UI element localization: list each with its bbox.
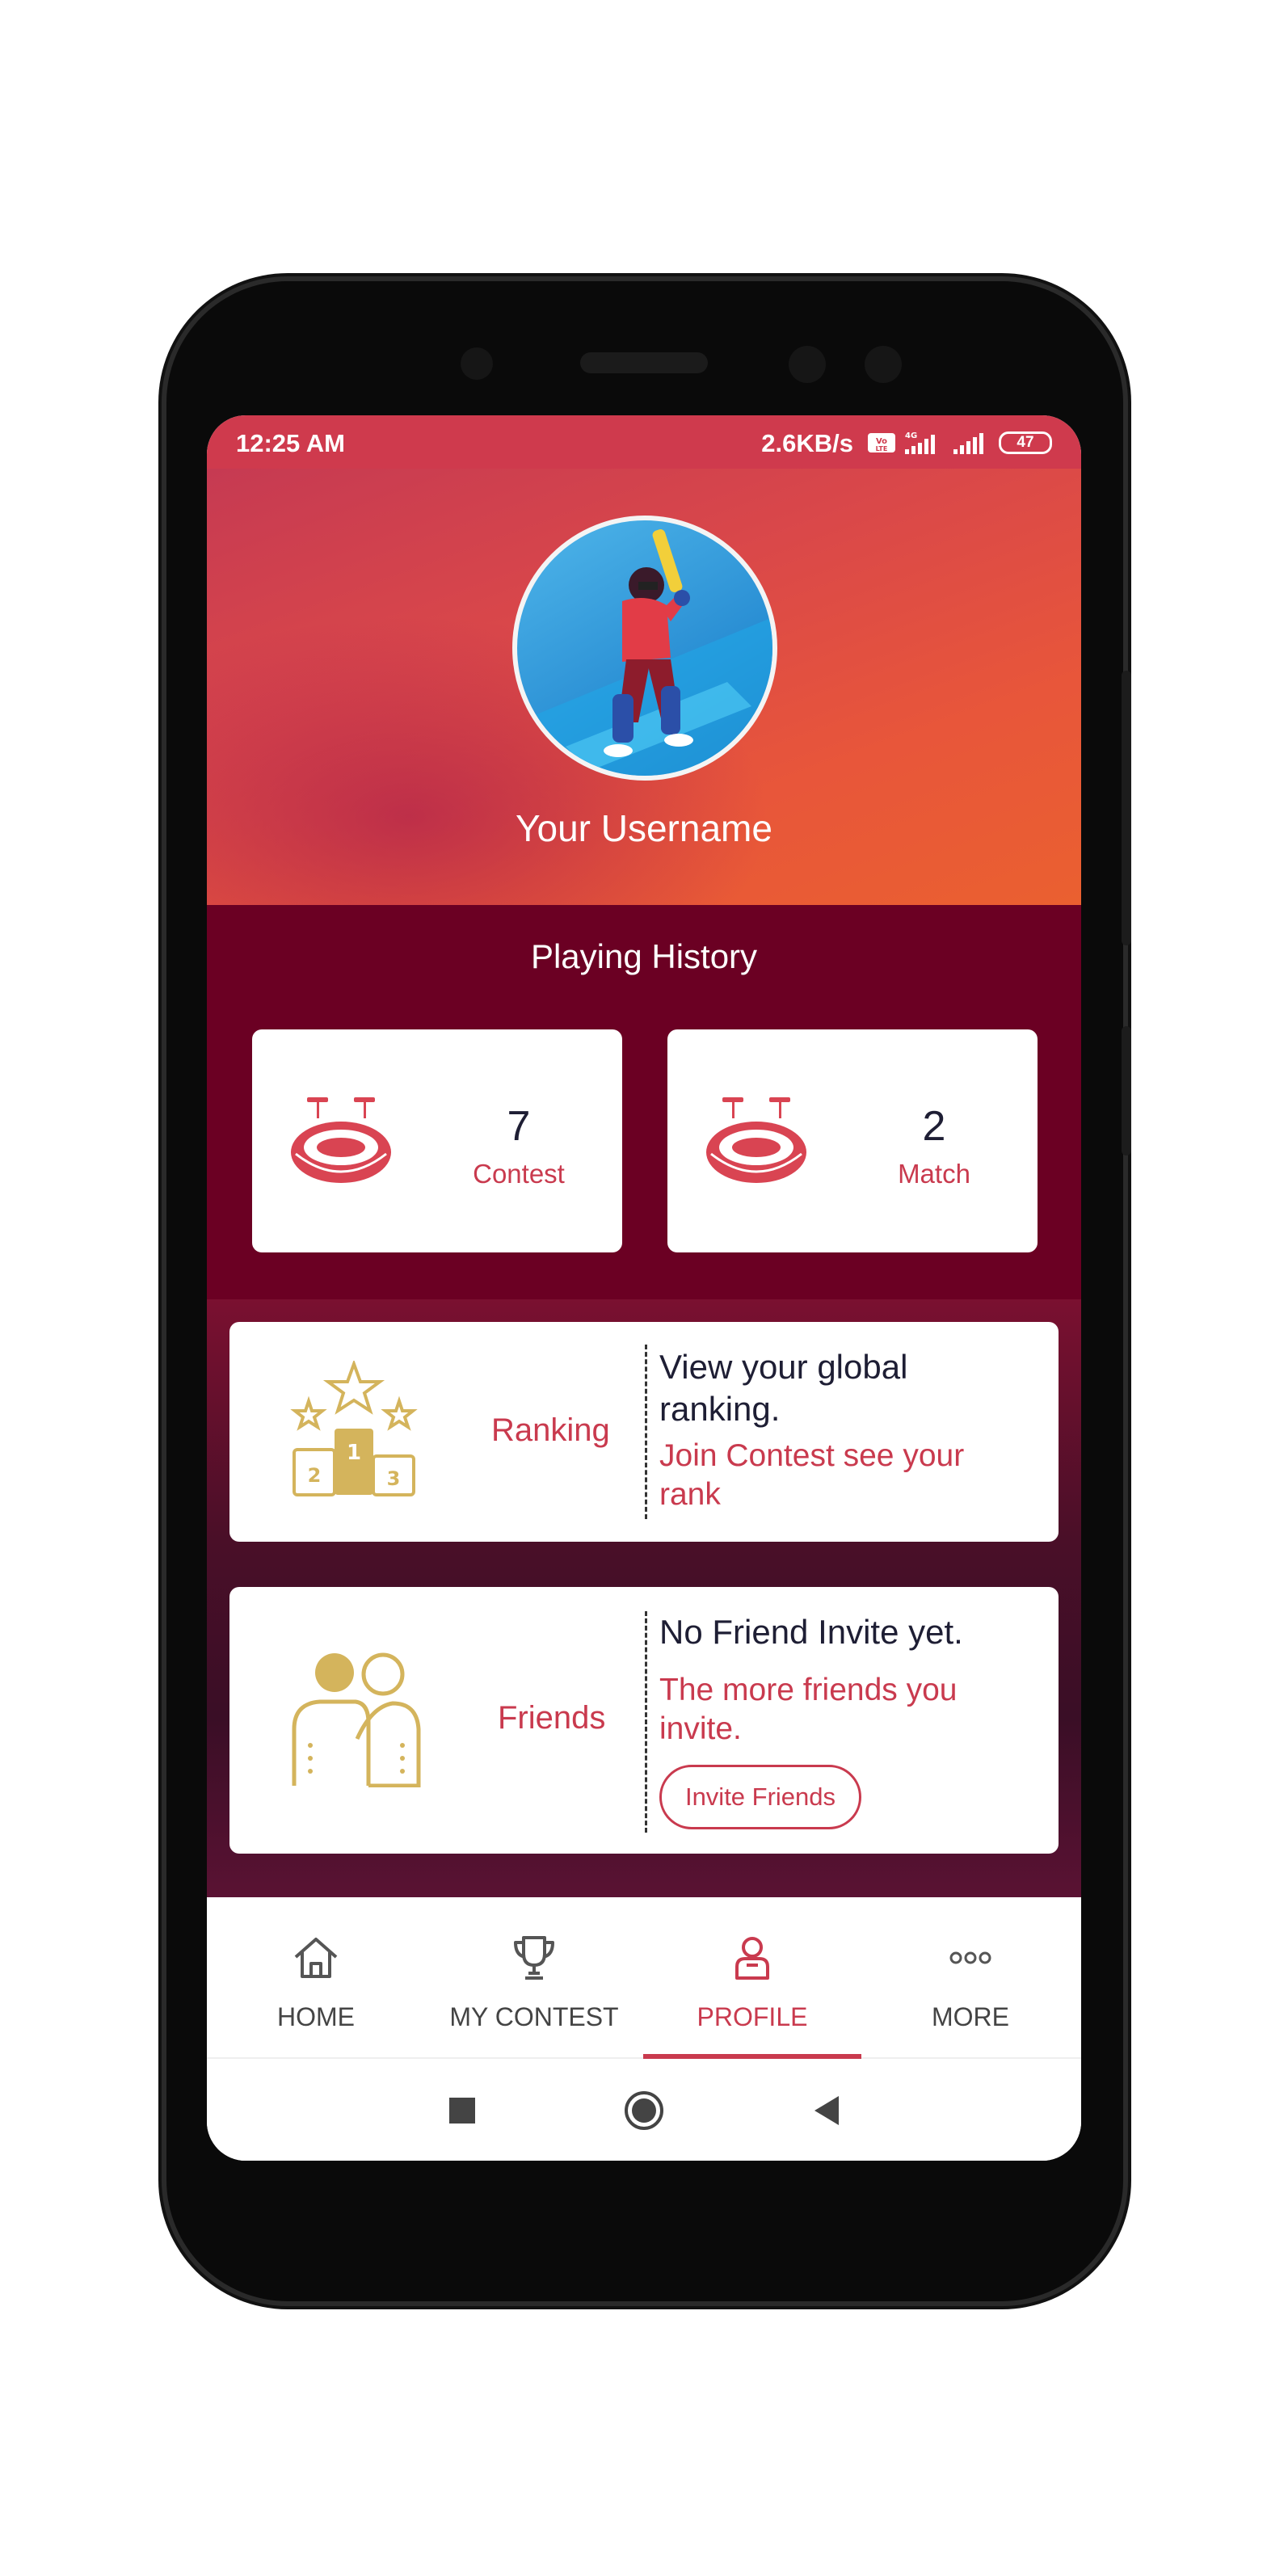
username: Your Username xyxy=(516,807,772,849)
ranking-label: Ranking xyxy=(491,1412,610,1448)
friends-text: No Friend Invite yet. xyxy=(659,1613,963,1651)
active-tab-indicator xyxy=(643,2054,861,2059)
volume-button xyxy=(1122,671,1131,945)
contest-count: 7 xyxy=(507,1103,531,1150)
svg-text:2: 2 xyxy=(308,1464,322,1487)
stadium-icon xyxy=(706,1097,806,1183)
friends-card[interactable]: Friends No Friend Invite yet. The more f… xyxy=(229,1587,1059,1854)
playing-history-section: Playing History 7 Contest 2 Match xyxy=(207,905,1081,1299)
network-speed: 2.6KB/s xyxy=(761,429,853,457)
card-divider xyxy=(645,1345,647,1519)
match-label: Match xyxy=(898,1159,970,1189)
nav-profile[interactable]: PROFILE xyxy=(643,1899,861,2059)
earpiece-speaker xyxy=(580,352,708,373)
user-icon xyxy=(735,1937,769,1980)
profile-avatar[interactable] xyxy=(512,516,777,781)
svg-text:1: 1 xyxy=(347,1441,361,1465)
status-bar: 12:25 AM 2.6KB/s Vo LTE 4G 47 xyxy=(207,415,1081,469)
signal-icon xyxy=(953,433,983,454)
nav-label: PROFILE xyxy=(697,2002,808,2031)
front-camera xyxy=(461,347,493,380)
nav-label: MY CONTEST xyxy=(449,2002,619,2031)
bottom-navigation: HOME MY CONTEST PROFILE MORE xyxy=(207,1899,1081,2059)
nav-home[interactable]: HOME xyxy=(207,1899,425,2059)
ranking-subtext: Join Contest see your rank xyxy=(659,1438,965,1512)
home-icon xyxy=(294,1938,338,1978)
power-button xyxy=(1122,1026,1131,1155)
match-count: 2 xyxy=(922,1103,946,1150)
system-navigation-bar xyxy=(207,2060,1081,2161)
friends-label: Friends xyxy=(498,1700,606,1736)
card-divider xyxy=(645,1611,647,1833)
match-stat-card[interactable]: 2 Match xyxy=(667,1029,1038,1252)
nav-more[interactable]: MORE xyxy=(861,1899,1080,2059)
profile-cards-section: 1 2 3 Ranking View your global ranking. … xyxy=(207,1299,1081,1897)
cricket-batsman-icon xyxy=(517,529,772,776)
nav-label: HOME xyxy=(277,2002,355,2031)
more-dots-icon xyxy=(949,1951,991,1964)
home-button-icon[interactable] xyxy=(623,2090,665,2132)
friends-subtext: The more friends you invite. xyxy=(659,1673,958,1746)
nav-label: MORE xyxy=(932,2002,1009,2031)
contest-label: Contest xyxy=(473,1159,565,1189)
app-screen: 12:25 AM 2.6KB/s Vo LTE 4G 47 Your Usern… xyxy=(207,415,1081,2161)
invite-friends-button[interactable]: Invite Friends xyxy=(659,1765,861,1829)
svg-text:3: 3 xyxy=(387,1467,401,1490)
section-title: Playing History xyxy=(530,937,758,975)
podium-icon: 1 2 3 xyxy=(290,1361,418,1496)
signal-4g-icon: 4G xyxy=(905,431,935,454)
ranking-card[interactable]: 1 2 3 Ranking View your global ranking. … xyxy=(229,1322,1059,1542)
stadium-icon xyxy=(291,1097,391,1183)
friends-icon xyxy=(292,1652,421,1787)
nav-my-contest[interactable]: MY CONTEST xyxy=(425,1899,643,2059)
recents-button-icon[interactable] xyxy=(448,2096,477,2125)
battery-indicator: 47 xyxy=(999,431,1052,454)
trophy-icon xyxy=(514,1936,554,1980)
back-button-icon[interactable] xyxy=(811,2094,844,2127)
profile-header: Your Username xyxy=(207,469,1081,905)
svg-text:4G: 4G xyxy=(905,431,917,440)
ranking-text: View your global ranking. xyxy=(659,1348,908,1428)
sensor-dot xyxy=(865,346,902,383)
status-time: 12:25 AM xyxy=(236,429,345,457)
svg-text:LTE: LTE xyxy=(876,445,888,452)
sensor-dot xyxy=(789,346,826,383)
contest-stat-card[interactable]: 7 Contest xyxy=(252,1029,622,1252)
volte-icon: Vo LTE xyxy=(868,433,895,452)
